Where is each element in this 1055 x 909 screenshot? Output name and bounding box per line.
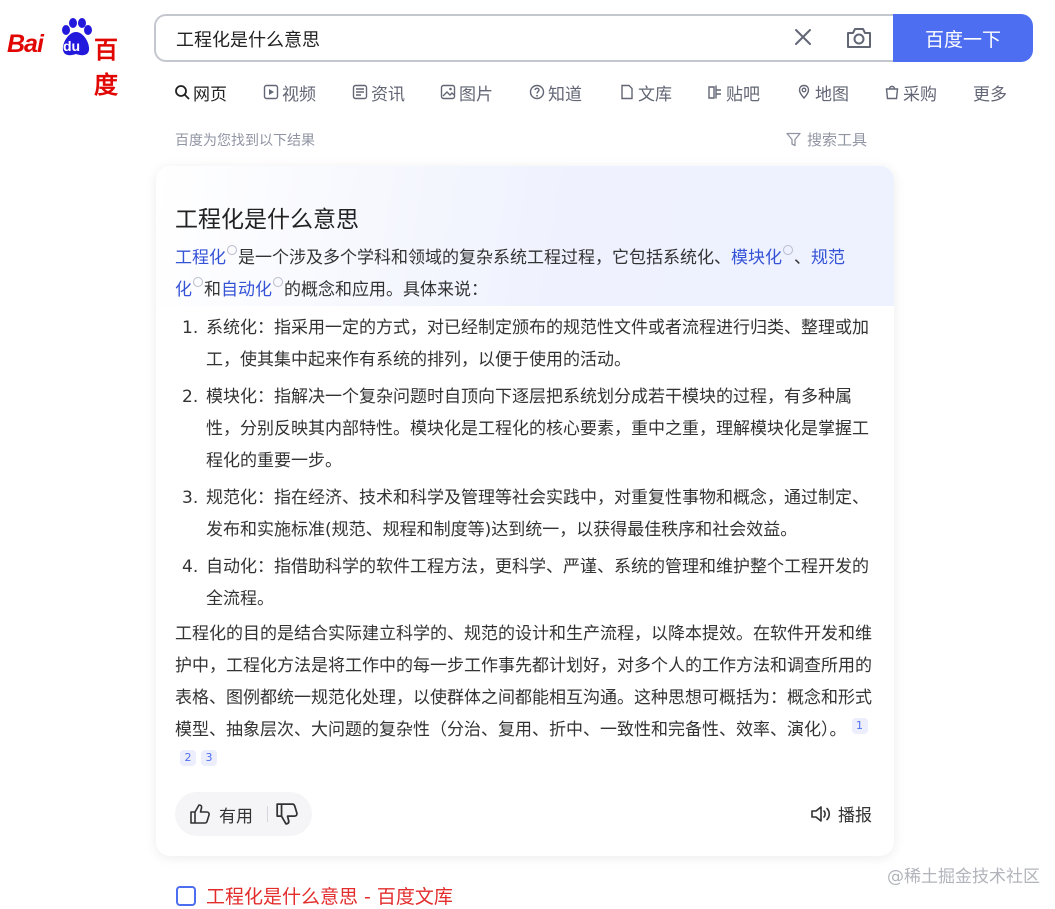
like-button[interactable]: 有用	[189, 801, 253, 827]
thumbs-down-icon[interactable]	[275, 802, 299, 826]
search-tools-button[interactable]: 搜索工具	[786, 129, 867, 150]
list-item: 2. 模块化：指解决一个复杂问题时自顶向下逐层把系统划分成若干模块的过程，有多种属…	[182, 387, 869, 471]
term-link[interactable]: 自动化	[221, 280, 272, 300]
answer-list: 1. 系统化：指采用一定的方式，对已经制定颁布的规范性文件或者流程进行归类、整理或…	[175, 312, 875, 620]
divider	[267, 806, 268, 822]
answer-title: 工程化是什么意思	[175, 207, 359, 233]
ai-answer-card: 工程化是什么意思 工程化 是一个涉及多个学科和领域的复杂系统工程过程，它包括系统化…	[156, 166, 894, 856]
tab-news[interactable]: 资讯	[352, 78, 405, 106]
tab-images[interactable]: 图片	[440, 78, 493, 106]
tab-more[interactable]: 更多	[973, 78, 1007, 106]
speak-button[interactable]: 播报	[810, 801, 872, 826]
camera-icon[interactable]	[845, 25, 873, 51]
tab-web[interactable]: 网页	[174, 78, 227, 106]
list-item: 1. 系统化：指采用一定的方式，对已经制定颁布的规范性文件或者流程进行归类、整理或…	[182, 318, 869, 370]
tab-wenku[interactable]: 文库	[619, 78, 672, 106]
watermark: @稀土掘金技术社区	[887, 867, 1040, 887]
tab-tieba[interactable]: 贴吧	[707, 78, 760, 106]
citation-badge[interactable]: 2	[180, 750, 196, 766]
magnifier-icon[interactable]	[193, 277, 203, 287]
tieba-icon	[708, 85, 721, 99]
document-icon	[621, 84, 633, 100]
search-icon	[175, 85, 190, 100]
tab-label: 网页	[193, 84, 227, 105]
tab-zhidao[interactable]: 知道	[529, 78, 582, 106]
citation-badge[interactable]: 1	[851, 718, 868, 734]
search-tools-label: 搜索工具	[807, 131, 868, 149]
tab-shopping[interactable]: 采购	[884, 78, 937, 106]
news-icon	[352, 84, 368, 100]
question-icon	[529, 84, 545, 100]
list-item: 3. 规范化：指在经济、技术和科学及管理等社会实践中，对重复性事物和概念，通过制定…	[182, 488, 869, 540]
list-item: 4. 自动化：指借助科学的软件工程方法，更科学、严谨、系统的管理和维护整个工程开发…	[182, 557, 869, 609]
feedback-group: 有用	[175, 792, 312, 836]
video-icon	[263, 84, 279, 100]
tab-label: 采购	[903, 84, 937, 105]
logo-latin: Bai	[7, 30, 44, 58]
tab-video[interactable]: 视频	[263, 78, 316, 106]
magnifier-icon[interactable]	[273, 277, 283, 287]
clear-icon[interactable]	[792, 26, 814, 48]
magnifier-icon[interactable]	[783, 245, 793, 255]
tab-label: 资讯	[371, 84, 405, 105]
term-link[interactable]: 化	[175, 280, 192, 300]
tab-label: 地图	[815, 84, 849, 105]
result-count: 百度为您找到以下结果	[175, 133, 315, 149]
next-result-link[interactable]: 工程化是什么意思 - 百度文库	[176, 882, 453, 909]
tab-label: 贴吧	[726, 84, 760, 105]
tab-label: 图片	[459, 84, 493, 105]
term-link[interactable]: 规范	[811, 248, 845, 268]
speaker-icon	[811, 805, 831, 822]
search-input[interactable]	[174, 16, 758, 62]
image-icon	[440, 84, 456, 100]
answer-intro: 工程化 是一个涉及多个学科和领域的复杂系统工程过程，它包括系统化、模块化 、规范化和…	[175, 242, 875, 306]
tab-label: 更多	[973, 84, 1007, 105]
filter-icon	[786, 132, 801, 147]
next-result-title: 工程化是什么意思 - 百度文库	[206, 886, 453, 908]
search-box	[154, 14, 896, 62]
baidu-logo[interactable]: Bai du 百度	[6, 16, 136, 99]
tab-label: 视频	[282, 84, 316, 105]
shopping-icon	[885, 85, 899, 100]
magnifier-icon[interactable]	[227, 245, 237, 255]
like-label: 有用	[219, 806, 253, 827]
citation-badge[interactable]: 3	[201, 750, 217, 766]
logo-chinese: 百度	[94, 36, 118, 99]
tab-label: 知道	[548, 84, 582, 105]
logo-mark: du	[63, 38, 81, 54]
search-button[interactable]: 百度一下	[893, 14, 1033, 62]
answer-conclusion: 工程化的目的是结合实际建立科学的、规范的设计和生产流程，以降本提效。在软件开发和…	[175, 624, 872, 766]
term-link[interactable]: 工程化	[175, 248, 226, 268]
tab-label: 文库	[638, 84, 672, 105]
map-icon	[798, 84, 810, 100]
wenku-icon	[176, 885, 196, 906]
term-link[interactable]: 模块化	[731, 248, 782, 268]
thumbs-up-icon	[190, 804, 210, 824]
tab-map[interactable]: 地图	[796, 78, 849, 106]
speak-label: 播报	[838, 806, 872, 826]
